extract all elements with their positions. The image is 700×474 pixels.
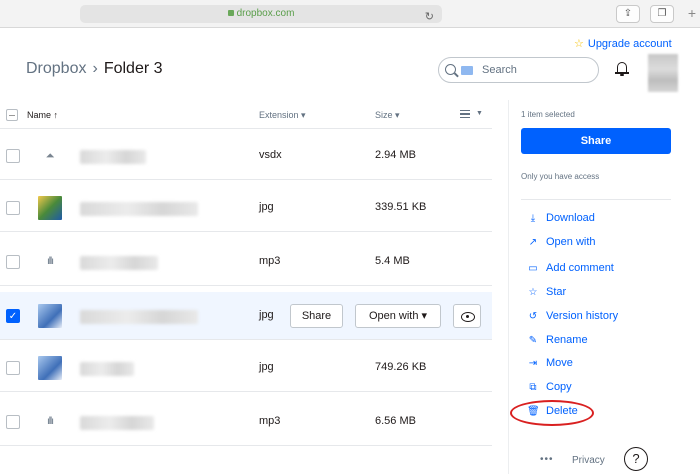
add-comment-action[interactable]: ▭ Add comment xyxy=(527,262,614,278)
delete-highlight-annotation xyxy=(510,400,594,426)
row-checkbox[interactable] xyxy=(6,201,20,215)
action-label: Star xyxy=(546,286,567,298)
move-icon: ⇥ xyxy=(528,358,538,369)
access-info: Only you have access xyxy=(521,172,600,181)
select-all-checkbox[interactable] xyxy=(6,109,18,121)
file-extension: mp3 xyxy=(259,415,281,427)
row-checkbox[interactable] xyxy=(6,255,20,269)
url-text: dropbox.com xyxy=(236,8,295,19)
action-label: Rename xyxy=(546,334,588,346)
row-checkbox[interactable]: ✓ xyxy=(6,309,20,323)
chevron-down-icon[interactable]: ▼ xyxy=(476,110,483,117)
action-label: Copy xyxy=(546,381,572,393)
file-size: 749.26 KB xyxy=(375,361,427,373)
audio-icon: ıllı xyxy=(47,416,54,427)
image-thumb xyxy=(38,356,62,380)
version-history-action[interactable]: ↺ Version history xyxy=(527,310,618,326)
privacy-link[interactable]: Privacy xyxy=(572,455,605,466)
download-icon: ⤓ xyxy=(530,213,536,224)
download-action[interactable]: ⤓ Download xyxy=(527,212,595,228)
redacted-filename xyxy=(80,150,146,164)
star-icon: ☆ xyxy=(528,287,538,298)
breadcrumb: Dropbox › Folder 3 xyxy=(26,60,163,78)
open-with-action[interactable]: ↗ Open with xyxy=(527,236,596,252)
redacted-filename xyxy=(80,256,158,270)
avatar[interactable] xyxy=(648,54,678,92)
comment-icon: ▭ xyxy=(528,263,538,274)
browser-toolbar: dropbox.com ↻ ⇪ ❐ + xyxy=(0,0,700,28)
star-icon: ☆ xyxy=(574,38,584,50)
bell-icon[interactable] xyxy=(615,60,629,76)
row-share-button[interactable]: Share xyxy=(290,304,343,328)
search-placeholder: Search xyxy=(482,64,517,76)
file-size: 5.4 MB xyxy=(375,255,410,267)
copy-icon: ⧉ xyxy=(529,382,537,393)
file-icon: ⏶ xyxy=(45,150,55,162)
upgrade-label: Upgrade account xyxy=(587,38,672,50)
row-checkbox[interactable] xyxy=(6,415,20,429)
reload-icon[interactable]: ↻ xyxy=(425,8,434,26)
action-label: Add comment xyxy=(546,262,614,274)
file-extension: jpg xyxy=(259,361,274,373)
selection-count: 1 item selected xyxy=(521,110,575,119)
file-extension: vsdx xyxy=(259,149,282,161)
sidebar-divider-line xyxy=(521,199,671,200)
share-icon[interactable]: ⇪ xyxy=(616,5,640,23)
sidebar-divider xyxy=(508,100,509,474)
action-label: Open with xyxy=(546,236,596,248)
page-title: Folder 3 xyxy=(103,60,163,77)
table-row[interactable]: ıllı mp3 5.4 MB xyxy=(0,238,492,286)
file-size: 2.94 MB xyxy=(375,149,416,161)
table-row[interactable]: jpg 749.26 KB xyxy=(0,344,492,392)
column-size[interactable]: Size ▾ xyxy=(375,110,400,121)
file-extension: jpg xyxy=(259,309,274,321)
redacted-filename xyxy=(80,310,198,324)
move-action[interactable]: ⇥ Move xyxy=(527,357,573,373)
list-view-icon[interactable] xyxy=(460,110,470,118)
breadcrumb-root[interactable]: Dropbox xyxy=(26,60,86,77)
action-label: Version history xyxy=(546,310,619,322)
table-row[interactable]: ✓ jpg Share Open with ▾ xyxy=(0,292,492,340)
address-bar[interactable]: dropbox.com ↻ xyxy=(80,5,442,23)
upgrade-account-link[interactable]: ☆ Upgrade account xyxy=(574,37,672,50)
row-open-with-button[interactable]: Open with ▾ xyxy=(355,304,441,328)
help-icon[interactable]: ? xyxy=(624,447,648,471)
copy-action[interactable]: ⧉ Copy xyxy=(527,381,572,397)
image-thumb xyxy=(38,304,62,328)
rename-action[interactable]: ✎ Rename xyxy=(527,334,588,350)
breadcrumb-separator: › xyxy=(92,60,98,77)
row-checkbox[interactable] xyxy=(6,361,20,375)
lock-icon xyxy=(227,10,234,16)
new-tab-button[interactable]: + xyxy=(688,5,696,21)
folder-icon xyxy=(461,66,473,75)
search-icon xyxy=(445,64,456,75)
column-name[interactable]: Name ↑ xyxy=(27,110,58,120)
table-row[interactable]: ⏶ vsdx 2.94 MB xyxy=(0,132,492,180)
file-size: 6.56 MB xyxy=(375,415,416,427)
column-extension[interactable]: Extension ▾ xyxy=(259,110,306,121)
search-input[interactable]: Search xyxy=(438,57,599,83)
preview-eye-icon[interactable] xyxy=(453,304,481,328)
file-extension: jpg xyxy=(259,201,274,213)
history-icon: ↺ xyxy=(528,311,538,322)
table-row[interactable]: ıllı mp3 6.56 MB xyxy=(0,398,492,446)
redacted-filename xyxy=(80,362,134,376)
file-extension: mp3 xyxy=(259,255,281,267)
audio-icon: ıllı xyxy=(47,256,54,267)
row-checkbox[interactable] xyxy=(6,149,20,163)
rename-icon: ✎ xyxy=(528,335,538,346)
tabs-icon[interactable]: ❐ xyxy=(650,5,674,23)
image-thumb xyxy=(38,196,62,220)
star-action[interactable]: ☆ Star xyxy=(527,286,567,302)
redacted-filename xyxy=(80,416,154,430)
share-button[interactable]: Share xyxy=(521,128,671,154)
table-header: Name ↑ Extension ▾ Size ▾ ▼ xyxy=(0,101,492,129)
action-label: Move xyxy=(546,357,573,369)
redacted-filename xyxy=(80,202,198,216)
action-label: Download xyxy=(546,212,595,224)
open-with-icon: ↗ xyxy=(528,237,538,248)
more-options-icon[interactable]: ••• xyxy=(540,454,554,465)
file-size: 339.51 KB xyxy=(375,201,427,213)
table-row[interactable]: jpg 339.51 KB xyxy=(0,184,492,232)
